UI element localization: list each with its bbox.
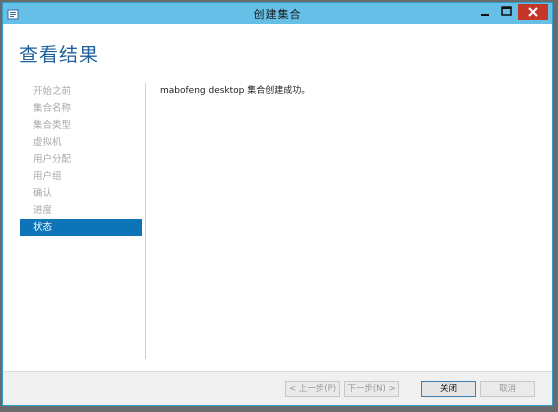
step-virtual-machines[interactable]: 虚拟机 xyxy=(20,134,142,151)
page-title: 查看结果 xyxy=(19,44,100,66)
step-progress[interactable]: 进度 xyxy=(20,202,142,219)
minimize-icon xyxy=(481,14,489,16)
result-message: mabofeng desktop 集合创建成功。 xyxy=(160,86,311,96)
step-user-assignment[interactable]: 用户分配 xyxy=(20,151,142,168)
next-button[interactable]: 下一步(N) > xyxy=(344,381,399,397)
step-collection-type[interactable]: 集合类型 xyxy=(20,117,142,134)
wizard-steps-nav: 开始之前 集合名称 集合类型 虚拟机 用户分配 用户组 确认 进度 状态 xyxy=(20,83,142,236)
step-confirmation[interactable]: 确认 xyxy=(20,185,142,202)
cancel-button[interactable]: 取消 xyxy=(480,381,535,397)
dialog-footer: < 上一步(P) 下一步(N) > 关闭 取消 xyxy=(3,371,552,405)
close-icon xyxy=(528,7,538,17)
nav-divider xyxy=(145,83,146,359)
window-title: 创建集合 xyxy=(253,8,302,21)
close-button[interactable]: 关闭 xyxy=(421,381,476,397)
step-before-you-begin[interactable]: 开始之前 xyxy=(20,83,142,100)
page-header: 查看结果 xyxy=(3,24,552,77)
step-collection-name[interactable]: 集合名称 xyxy=(20,100,142,117)
dialog-window: 创建集合 查看结果 开始之前 集合名称 集合类型 虚拟机 用户分配 用户组 确认 xyxy=(2,2,553,406)
maximize-icon xyxy=(501,6,512,16)
step-status[interactable]: 状态 xyxy=(20,219,142,236)
maximize-button[interactable] xyxy=(497,4,516,20)
minimize-button[interactable] xyxy=(476,4,495,20)
step-user-groups[interactable]: 用户组 xyxy=(20,168,142,185)
close-window-button[interactable] xyxy=(518,4,548,20)
previous-button[interactable]: < 上一步(P) xyxy=(285,381,340,397)
title-bar[interactable]: 创建集合 xyxy=(3,3,552,24)
